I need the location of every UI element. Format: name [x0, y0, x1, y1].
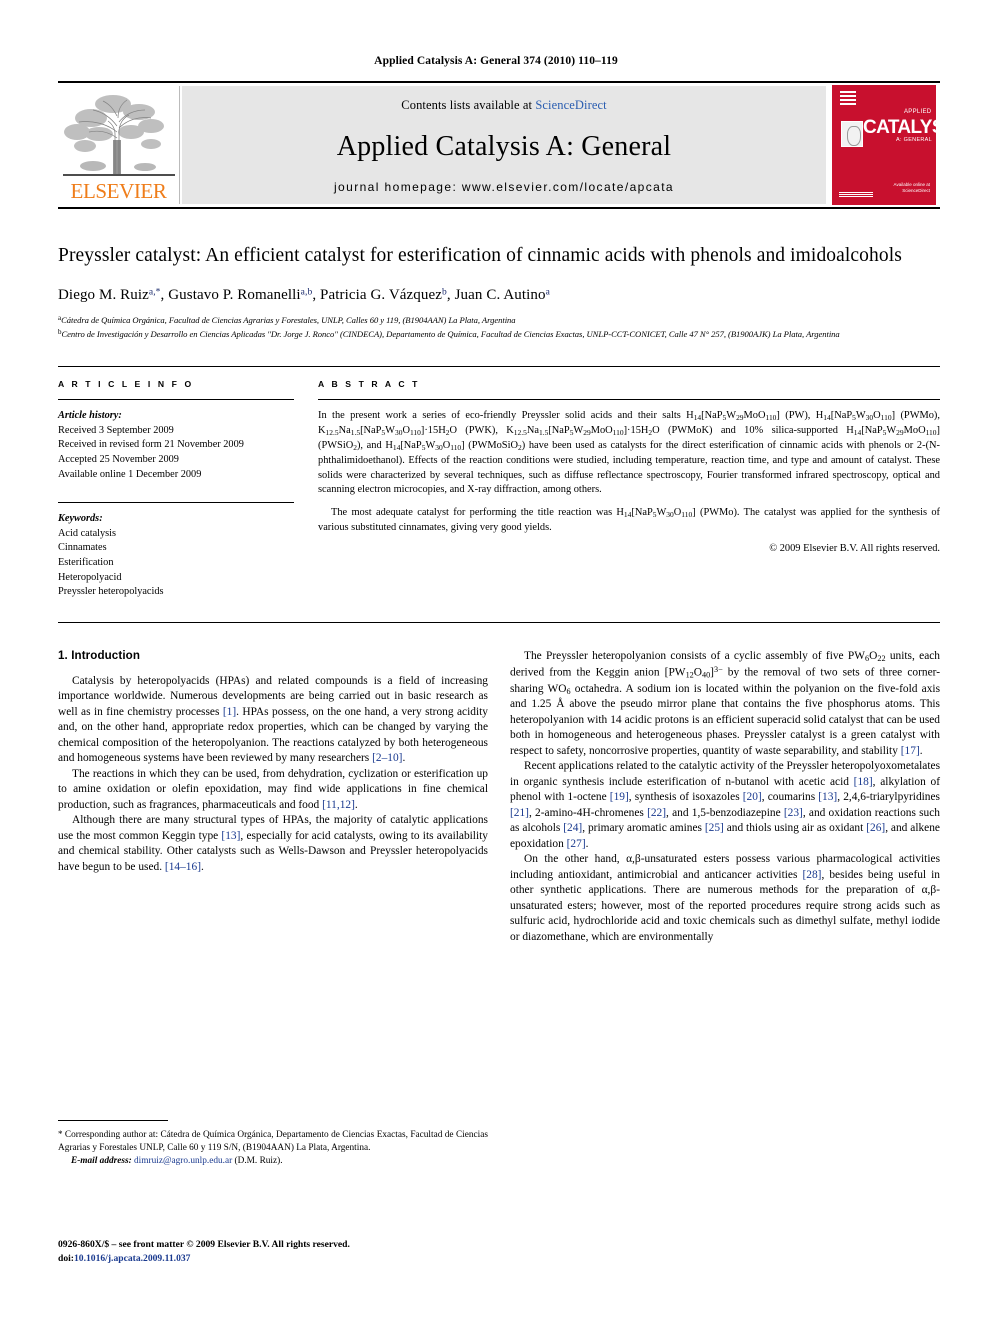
abstract-text: In the present work a series of eco-frie…: [318, 409, 940, 536]
doi-label: doi:: [58, 1253, 74, 1265]
corresponding-author-note: * Corresponding author at: Cátedra de Qu…: [58, 1129, 488, 1154]
cover-footer: Available online at ScienceDirect: [894, 182, 930, 196]
imprint-block: 0926-860X/$ – see front matter © 2009 El…: [58, 1238, 498, 1267]
title-block: Preyssler catalyst: An efficient catalys…: [58, 243, 940, 340]
body-column-left: 1. Introduction Catalysis by heteropolya…: [58, 649, 488, 945]
article-history-items: Received 3 September 2009 Received in rev…: [58, 424, 294, 482]
keywords-group: Keywords: Acid catalysis Cinnamates Esteri…: [58, 512, 294, 600]
cover-footer-line2: ScienceDirect: [902, 188, 930, 194]
paper-page: Applied Catalysis A: General 374 (2010) …: [0, 0, 992, 1323]
abstract-paragraph-1: In the present work a series of eco-frie…: [318, 410, 940, 496]
author-affiliation-marker: b: [442, 287, 447, 298]
keywords-items: Acid catalysis Cinnamates Esterification He…: [58, 527, 294, 600]
contents-available-line: Contents lists available at ScienceDirec…: [401, 98, 606, 113]
author-name: Juan C. Autino: [454, 286, 546, 303]
article-info-rule: [58, 399, 294, 401]
footnote-block: * Corresponding author at: Cátedra de Qu…: [58, 1120, 488, 1168]
intro-left-paragraphs: Catalysis by heteropolyacids (HPAs) and …: [58, 674, 488, 876]
abstract-copyright: © 2009 Elsevier B.V. All rights reserved…: [769, 543, 940, 555]
doi-line: doi:10.1016/j.apcata.2009.11.037: [58, 1252, 498, 1266]
footnote-rule: [58, 1120, 168, 1121]
introduction-heading: 1. Introduction: [58, 648, 141, 662]
intro-right-paragraphs: The Preyssler heteropolyanion consists o…: [510, 649, 940, 945]
author-affiliation-marker: a,*: [148, 287, 161, 298]
author-affiliation-marker: a,b: [300, 287, 313, 298]
keyword-item: Acid catalysis: [58, 527, 117, 539]
affiliation-list: aCátedra de Química Orgánica, Facultad d…: [58, 313, 940, 340]
email-link[interactable]: dimruiz@agro.unlp.edu.ar: [134, 1156, 232, 1166]
keyword-item: Cinnamates: [58, 542, 107, 554]
keyword-item: Preyssler heteropolyacids: [58, 586, 164, 598]
abstract-rule: [318, 399, 940, 401]
author-name: Gustavo P. Romanelli: [168, 286, 301, 303]
issn-line: 0926-860X/$ – see front matter © 2009 El…: [58, 1239, 350, 1250]
cover-footer-line1: Available online at: [893, 181, 930, 187]
running-head: Applied Catalysis A: General 374 (2010) …: [374, 55, 618, 67]
author-name: Patricia G. Vázquez: [320, 286, 443, 303]
email-label: E-mail address:: [71, 1156, 132, 1167]
elsevier-logo: ELSEVIER: [58, 86, 180, 204]
article-history-item: Received in revised form 21 November 200…: [58, 439, 244, 451]
article-info-label: A R T I C L E I N F O: [58, 379, 194, 390]
elsevier-tree-icon: [62, 88, 175, 180]
cover-artwork: APPLIED CATALYSIS A: GENERAL Available o…: [832, 85, 936, 205]
journal-cover-thumbnail: APPLIED CATALYSIS A: GENERAL Available o…: [828, 85, 940, 205]
keyword-item: Esterification: [58, 556, 114, 568]
author-name: Diego M. Ruiz: [58, 286, 149, 303]
article-history-label: Article history:: [58, 410, 122, 422]
intro-paragraph: The reactions in which they can be used,…: [58, 767, 488, 811]
intro-paragraph: Recent applications related to the catal…: [510, 760, 940, 850]
info-abstract-section: A R T I C L E I N F O Article history: R…: [58, 366, 940, 600]
abstract-label: A B S T R A C T: [318, 379, 421, 390]
journal-masthead: ELSEVIER Contents lists available at Sci…: [58, 81, 940, 209]
cover-subtitle: A: GENERAL: [896, 137, 933, 143]
affiliation-item: aCátedra de Química Orgánica, Facultad d…: [58, 313, 516, 326]
cover-title: CATALYSIS: [863, 117, 936, 138]
cover-logo-icon: [841, 121, 863, 147]
sciencedirect-link[interactable]: ScienceDirect: [535, 98, 606, 112]
article-history-item: Accepted 25 November 2009: [58, 453, 179, 465]
article-title: Preyssler catalyst: An efficient catalys…: [58, 245, 902, 266]
journal-band: Contents lists available at ScienceDirec…: [182, 86, 826, 204]
email-owner: (D.M. Ruiz).: [234, 1156, 283, 1167]
body-column-right: The Preyssler heteropolyanion consists o…: [510, 649, 940, 945]
author-list: Diego M. Ruiza,*, Gustavo P. Romanellia,…: [58, 286, 550, 303]
article-history-group: Article history: Received 3 September 20…: [58, 409, 294, 482]
elsevier-wordmark: ELSEVIER: [70, 179, 167, 203]
article-info-column: A R T I C L E I N F O Article history: R…: [58, 379, 294, 600]
cover-supertitle: APPLIED: [904, 109, 932, 115]
keywords-rule: [58, 502, 294, 504]
author-affiliation-marker: a: [545, 287, 550, 298]
body-columns: 1. Introduction Catalysis by heteropolya…: [58, 621, 940, 945]
cover-topbars-icon: [840, 91, 856, 105]
abstract-column: A B S T R A C T In the present work a se…: [318, 379, 940, 600]
keyword-item: Heteropolyacid: [58, 571, 122, 583]
keywords-label: Keywords:: [58, 513, 103, 525]
journal-homepage-link[interactable]: journal homepage: www.elsevier.com/locat…: [334, 180, 674, 194]
intro-paragraph: Although there are many structural types…: [58, 814, 488, 873]
intro-paragraph: Catalysis by heteropolyacids (HPAs) and …: [58, 674, 488, 765]
affiliation-item: bCentro de Investigación y Desarrollo en…: [58, 327, 840, 339]
email-note: E-mail address: dimruiz@agro.unlp.edu.ar…: [58, 1155, 488, 1168]
abstract-paragraph-2: The most adequate catalyst for performin…: [318, 507, 940, 534]
contents-prefix: Contents lists available at: [401, 98, 536, 112]
doi-link[interactable]: 10.1016/j.apcata.2009.11.037: [74, 1253, 190, 1264]
journal-title: Applied Catalysis A: General: [336, 130, 672, 162]
intro-paragraph: On the other hand, α,β-unsaturated ester…: [510, 853, 941, 943]
cover-bottombars-icon: [839, 192, 873, 197]
intro-paragraph: The Preyssler heteropolyanion consists o…: [510, 649, 941, 757]
article-history-item: Received 3 September 2009: [58, 424, 174, 436]
article-history-item: Available online 1 December 2009: [58, 468, 202, 480]
